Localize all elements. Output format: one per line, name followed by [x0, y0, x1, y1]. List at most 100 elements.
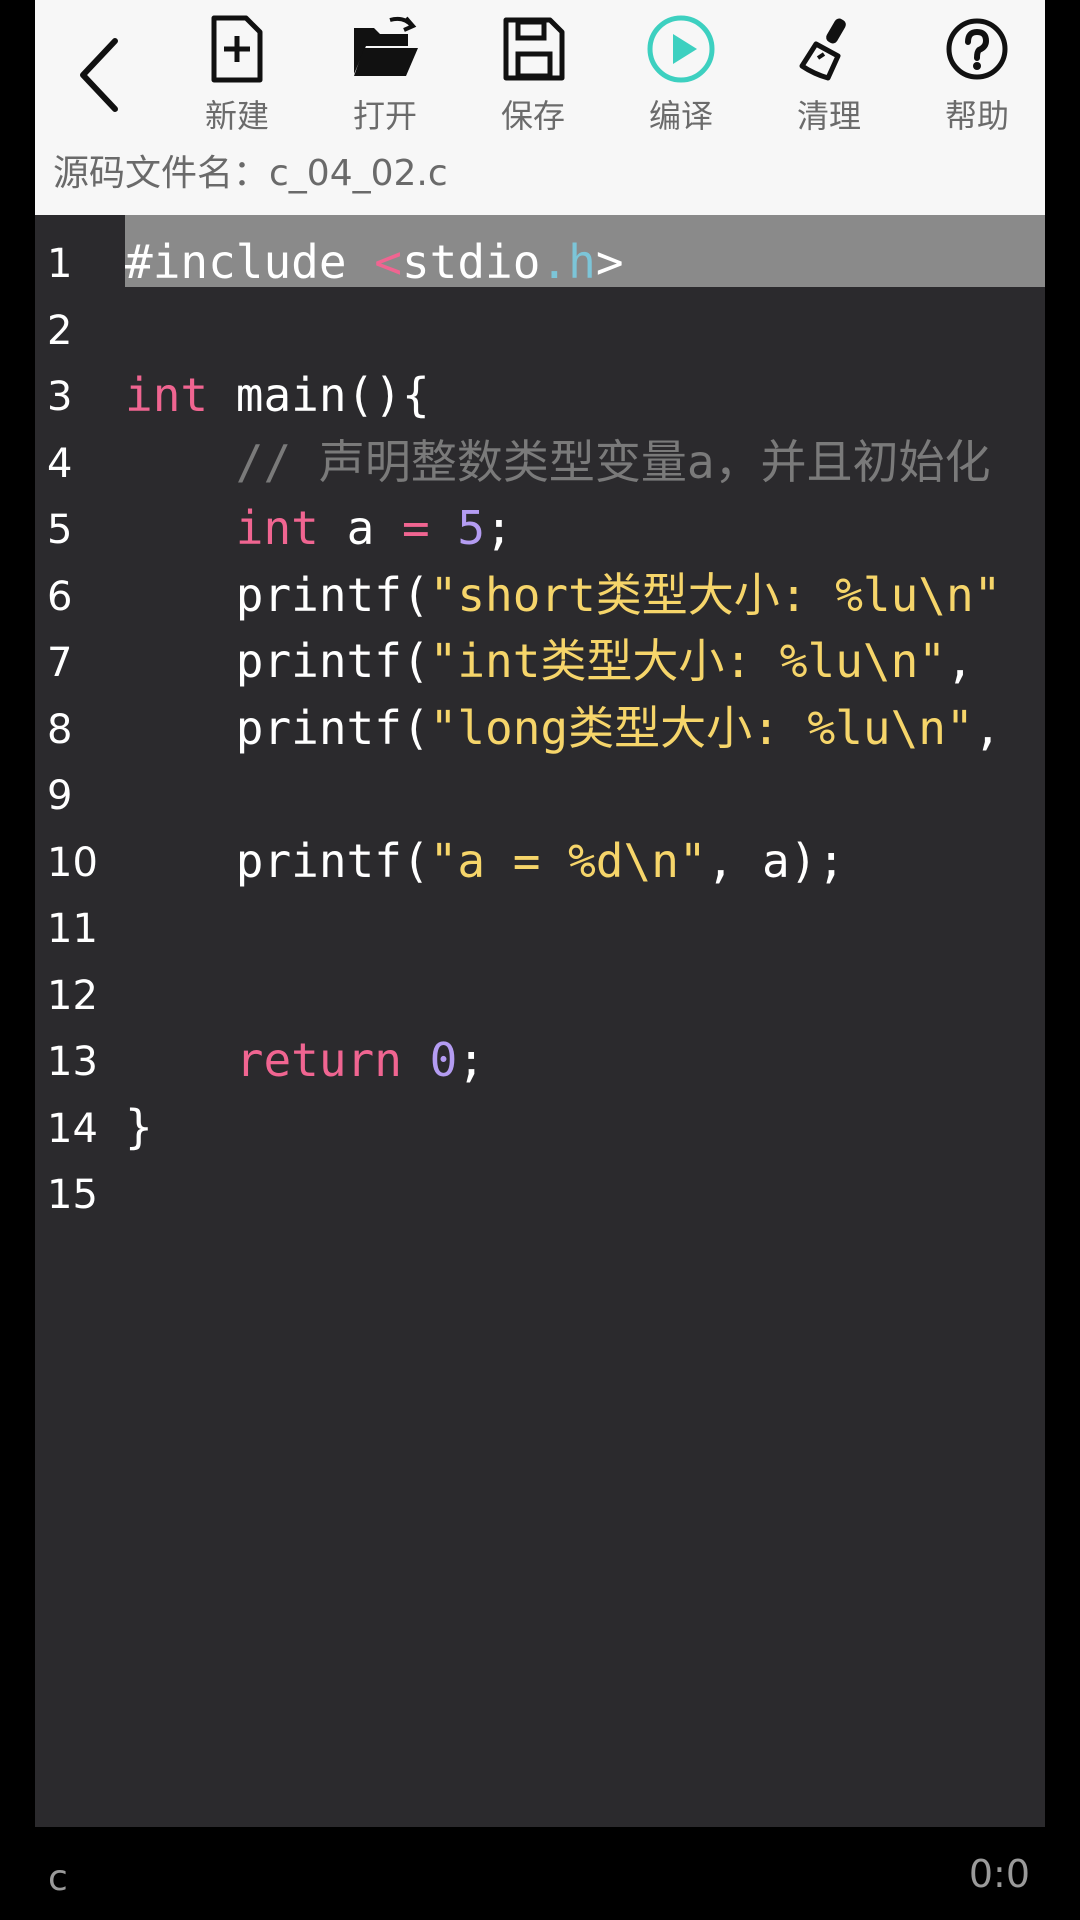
brush-icon	[799, 18, 846, 81]
source-filename: 源码文件名：c_04_02.c	[53, 152, 448, 196]
filename-label: 源码文件名：	[53, 153, 270, 194]
code-text: printf("short类型大小: %lu\n"	[125, 562, 1002, 628]
code-line[interactable]: 9	[35, 761, 1045, 827]
open-button[interactable]: 打开	[320, 14, 450, 134]
new-button[interactable]: 新建	[172, 14, 302, 134]
line-number: 10	[47, 839, 98, 886]
code-line[interactable]: 13 return 0;	[35, 1027, 1045, 1093]
code-token: =	[401, 501, 430, 555]
cursor-position: 0:0	[968, 1852, 1030, 1896]
code-token: int	[235, 501, 319, 555]
line-number: 4	[47, 440, 73, 487]
code-text: printf("long类型大小: %lu\n",	[125, 695, 1002, 761]
code-text: #include <stdio.h>	[125, 229, 624, 295]
code-line[interactable]: 2	[35, 296, 1045, 362]
help-button[interactable]: 帮助	[912, 14, 1042, 134]
editor-app: 新建 打开 保存 编译 清理 帮助 源码文件名：c_04_02.c 1 #inc…	[35, 0, 1045, 1827]
code-token: 5	[457, 501, 486, 555]
code-token: a	[318, 501, 402, 555]
new-file-icon	[211, 15, 263, 83]
line-number: 1	[47, 241, 73, 287]
line-number: 12	[47, 972, 98, 1019]
code-line[interactable]: 12	[35, 961, 1045, 1027]
code-token: printf(	[125, 634, 430, 688]
code-token: printf(	[125, 833, 430, 888]
line-number: 11	[47, 906, 98, 952]
code-line[interactable]: 6 printf("short类型大小: %lu\n"	[35, 562, 1045, 628]
code-token: "int类型大小: %lu\n"	[429, 634, 946, 688]
language-indicator: c	[48, 1858, 68, 1899]
filename-value: c_04_02.c	[269, 153, 448, 194]
save-label: 保存	[500, 97, 565, 135]
help-icon	[946, 18, 1008, 80]
code-token: int	[125, 368, 209, 422]
help-label: 帮助	[944, 97, 1009, 135]
clean-label: 清理	[796, 97, 861, 135]
code-line[interactable]: 1 #include <stdio.h>	[35, 215, 1045, 295]
save-icon	[503, 17, 565, 81]
back-button[interactable]	[65, 30, 135, 120]
code-line[interactable]: 4 // 声明整数类型变量a，并且初始化	[35, 429, 1045, 495]
code-text: printf("a = %d\n", a);	[125, 828, 845, 894]
code-line[interactable]: 11	[35, 894, 1045, 960]
code-token: ,	[945, 634, 1002, 688]
clean-button[interactable]: 清理	[764, 14, 894, 134]
new-label: 新建	[204, 97, 269, 135]
line-number: 15	[47, 1172, 98, 1218]
open-label: 打开	[352, 97, 417, 135]
code-token: return	[235, 1033, 402, 1087]
code-text: int a = 5;	[125, 495, 513, 561]
code-token: printf(	[125, 567, 430, 622]
code-token: 0	[429, 1033, 458, 1087]
line-number: 2	[47, 307, 73, 354]
line-number: 13	[47, 1039, 98, 1085]
code-token: .h	[540, 235, 596, 289]
code-line[interactable]: 5 int a = 5;	[35, 495, 1045, 561]
back-arrow-icon	[80, 38, 118, 112]
code-token: , a);	[706, 833, 846, 888]
line-number: 7	[47, 640, 73, 686]
code-token: printf(	[125, 700, 430, 755]
code-line[interactable]: 15	[35, 1160, 1045, 1226]
code-token: // 声明整数类型变量a，并且初始化	[235, 434, 991, 489]
code-line[interactable]: 7 printf("int类型大小: %lu\n",	[35, 628, 1045, 694]
code-line[interactable]: 14}	[35, 1094, 1045, 1160]
header: 新建 打开 保存 编译 清理 帮助 源码文件名：c_04_02.c	[35, 0, 1045, 215]
code-token: ;	[457, 1033, 486, 1087]
code-token: >	[595, 235, 624, 289]
code-line[interactable]: 10 printf("a = %d\n", a);	[35, 828, 1045, 894]
folder-open-icon	[354, 16, 418, 76]
code-text: int main(){	[125, 362, 430, 428]
code-token: "long类型大小: %lu\n"	[429, 700, 974, 755]
code-text: // 声明整数类型变量a，并且初始化	[125, 429, 991, 495]
code-token: ,	[973, 700, 1002, 755]
code-token: main(){	[208, 368, 430, 422]
code-token: stdio	[401, 235, 541, 289]
code-line[interactable]: 3 int main(){	[35, 362, 1045, 428]
code-token: <	[374, 235, 402, 289]
code-text: printf("int类型大小: %lu\n",	[125, 628, 1001, 694]
code-token: "a = %d\n"	[429, 833, 707, 888]
line-number: 9	[47, 773, 73, 819]
code-token: "short类型大小: %lu\n"	[429, 567, 1002, 622]
line-number: 6	[47, 573, 73, 620]
code-text: return 0;	[125, 1027, 485, 1093]
compile-label: 编译	[648, 97, 713, 135]
line-number: 14	[47, 1105, 98, 1152]
line-number: 3	[47, 374, 73, 420]
line-number: 5	[47, 507, 73, 553]
code-editor[interactable]: 1 #include <stdio.h> 2 3 int main(){4 // 声明整…	[35, 215, 1045, 1827]
compile-button[interactable]: 编译	[616, 14, 746, 134]
save-button[interactable]: 保存	[468, 14, 598, 134]
play-icon	[647, 15, 715, 83]
code-token: }	[125, 1099, 153, 1154]
code-text: }	[125, 1094, 153, 1160]
line-number: 8	[47, 706, 73, 753]
code-line[interactable]: 8 printf("long类型大小: %lu\n",	[35, 695, 1045, 761]
code-token: #include	[125, 235, 375, 289]
